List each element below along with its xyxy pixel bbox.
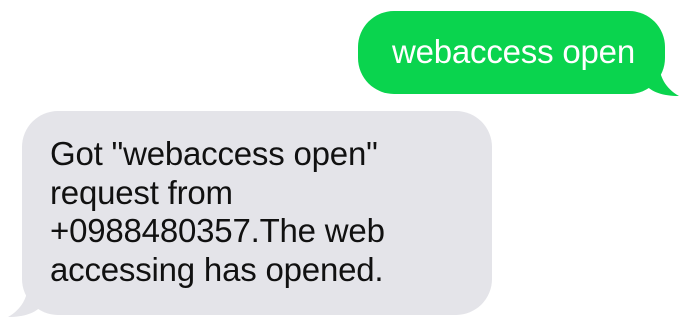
sent-message[interactable]: webaccess open <box>357 11 679 96</box>
received-message-line-4: accessing has opened. <box>50 250 384 288</box>
received-message[interactable]: Got "webaccess open" request from +09884… <box>8 111 492 317</box>
sent-message-bubble: webaccess open <box>357 11 665 94</box>
received-message-line-1: Got "webaccess open" <box>50 135 378 172</box>
received-message-line-3: +0988480357.The web <box>50 212 385 249</box>
received-message-line-2: request from <box>50 173 233 211</box>
received-message-bubble: Got "webaccess open" request from +09884… <box>22 111 492 315</box>
message-thread: webaccess open Got "webaccess open" requ… <box>0 0 681 325</box>
sent-message-text: webaccess open <box>391 33 635 70</box>
